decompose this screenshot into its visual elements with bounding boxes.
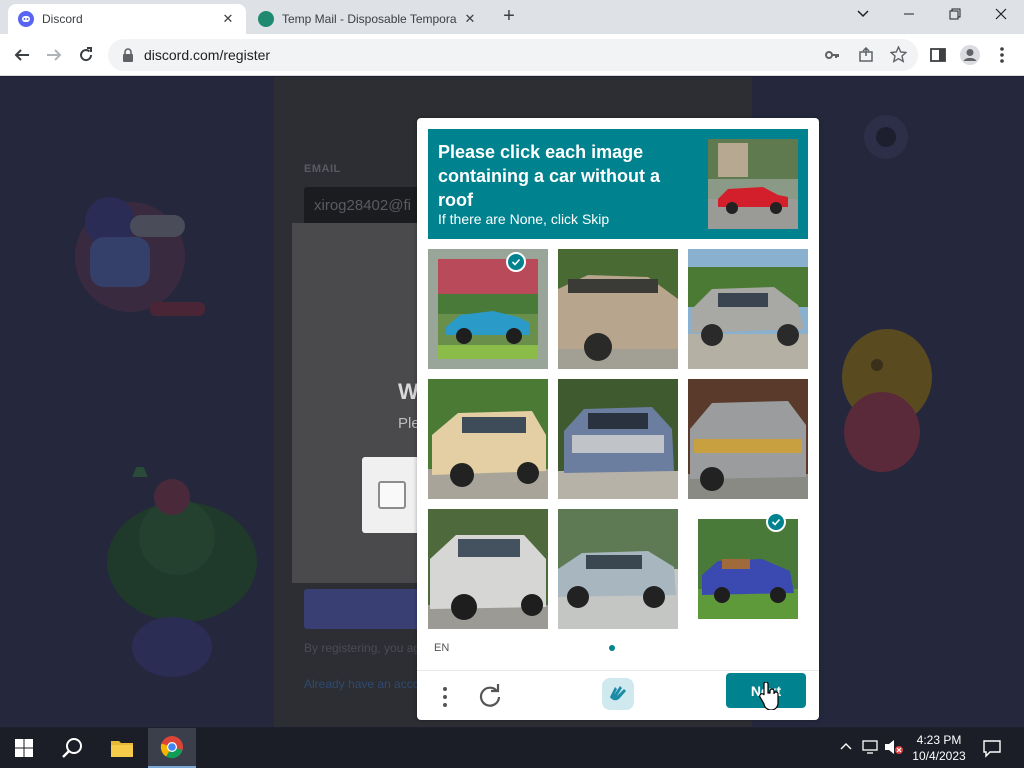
- tab-search-button[interactable]: [848, 4, 878, 28]
- volume-muted-icon[interactable]: [884, 739, 904, 760]
- tab-title: Discord: [42, 12, 83, 26]
- page-indicator: [609, 645, 615, 651]
- clock-date: 10/4/2023: [912, 749, 966, 763]
- key-icon[interactable]: [824, 47, 840, 68]
- profile-button[interactable]: [958, 43, 982, 67]
- reload-icon: [80, 47, 93, 62]
- captcha-tile[interactable]: [688, 379, 808, 499]
- sparkle-decoration: [864, 115, 908, 159]
- language-selector[interactable]: EN: [434, 642, 449, 654]
- chrome-taskbar-button[interactable]: [148, 728, 196, 768]
- windows-taskbar: 4:23 PM 10/4/2023: [0, 728, 1024, 768]
- selected-check-icon: [506, 252, 526, 272]
- browser-menu-button[interactable]: [990, 43, 1014, 67]
- browser-toolbar: discord.com/register: [0, 34, 1024, 76]
- side-panel-icon: [930, 48, 946, 62]
- challenge-prompt: Please click each image containing a car…: [428, 129, 808, 239]
- system-clock[interactable]: 4:23 PM 10/4/2023: [904, 732, 974, 764]
- modal-title: W: [398, 379, 419, 404]
- terms-text: By registering, you ag: [304, 641, 421, 655]
- restore-icon: [949, 8, 961, 20]
- forward-button[interactable]: [42, 43, 66, 67]
- windows-logo-icon: [15, 739, 33, 757]
- new-tab-button[interactable]: +: [498, 6, 520, 28]
- refresh-icon: [479, 684, 501, 707]
- start-button[interactable]: [0, 728, 48, 768]
- chrome-icon: [160, 736, 183, 759]
- back-arrow-icon: [14, 49, 29, 61]
- tray-chevron-icon[interactable]: [840, 740, 852, 758]
- hcaptcha-logo-icon: [601, 677, 635, 711]
- tab-title: Temp Mail - Disposable Tempora: [282, 12, 457, 26]
- reload-button[interactable]: [74, 43, 98, 67]
- tab-strip: Discord ✕ Temp Mail - Disposable Tempora…: [0, 0, 1024, 34]
- refresh-challenge-button[interactable]: [477, 683, 503, 709]
- network-icon[interactable]: [862, 739, 880, 760]
- search-button[interactable]: [48, 728, 96, 768]
- captcha-tile[interactable]: [558, 379, 678, 499]
- file-explorer-button[interactable]: [98, 728, 146, 768]
- discord-icon: [18, 11, 34, 27]
- close-window-button[interactable]: [986, 4, 1016, 28]
- tab-temp-mail[interactable]: Temp Mail - Disposable Tempora ✕: [248, 4, 488, 34]
- challenge-menu-button[interactable]: [437, 685, 453, 709]
- address-bar[interactable]: discord.com/register: [108, 39, 918, 71]
- forward-arrow-icon: [47, 49, 62, 61]
- profile-avatar-icon: [960, 45, 980, 65]
- captcha-tile[interactable]: [688, 509, 808, 629]
- temp-mail-icon: [258, 11, 274, 27]
- captcha-tile[interactable]: [688, 249, 808, 369]
- url-text: discord.com/register: [144, 47, 271, 63]
- character-illustration-right: [842, 329, 932, 472]
- character-illustration-bottom-left: [107, 467, 257, 677]
- captcha-tile[interactable]: [428, 379, 548, 499]
- character-illustration-left: [75, 197, 205, 316]
- prompt-hint: If there are None, click Skip: [438, 211, 610, 227]
- captcha-tile[interactable]: [428, 509, 548, 629]
- kebab-menu-icon: [1000, 47, 1004, 63]
- notifications-icon[interactable]: [982, 738, 1002, 763]
- example-image: [708, 139, 798, 229]
- minimize-button[interactable]: [894, 4, 924, 28]
- tile-image: [428, 379, 548, 499]
- close-tab-icon[interactable]: ✕: [220, 11, 236, 27]
- tile-image: [698, 519, 798, 619]
- tile-image: [688, 249, 808, 369]
- kebab-menu-icon: [443, 687, 447, 707]
- folder-icon: [111, 741, 133, 757]
- prompt-title: Please click each image containing a car…: [438, 142, 661, 210]
- clock-time: 4:23 PM: [916, 733, 962, 747]
- email-label: EMAIL: [304, 163, 341, 175]
- back-button[interactable]: [10, 43, 34, 67]
- tab-discord[interactable]: Discord ✕: [8, 4, 246, 34]
- mouse-cursor-icon: [759, 682, 779, 710]
- tile-image: [688, 379, 808, 499]
- captcha-checkbox[interactable]: [378, 481, 406, 509]
- tile-image: [558, 509, 678, 629]
- bookmark-star-icon[interactable]: [889, 45, 908, 68]
- lock-icon: [123, 48, 133, 62]
- login-link[interactable]: Already have an accou: [304, 677, 426, 691]
- search-icon: [62, 738, 82, 758]
- restore-button[interactable]: [940, 4, 970, 28]
- side-panel-button[interactable]: [926, 43, 950, 67]
- tile-image: [438, 259, 538, 359]
- close-tab-icon[interactable]: ✕: [462, 11, 478, 27]
- tile-image: [558, 249, 678, 369]
- captcha-tile[interactable]: [558, 249, 678, 369]
- chevron-down-icon: [857, 10, 869, 18]
- tile-image: [558, 379, 678, 499]
- tile-image: [428, 509, 548, 629]
- share-icon[interactable]: [858, 46, 874, 68]
- captcha-tile[interactable]: [428, 249, 548, 369]
- close-icon: [995, 8, 1007, 20]
- captcha-challenge: Please click each image containing a car…: [417, 118, 819, 720]
- selected-check-icon: [766, 512, 786, 532]
- minimize-icon: [904, 13, 914, 15]
- captcha-tile[interactable]: [558, 509, 678, 629]
